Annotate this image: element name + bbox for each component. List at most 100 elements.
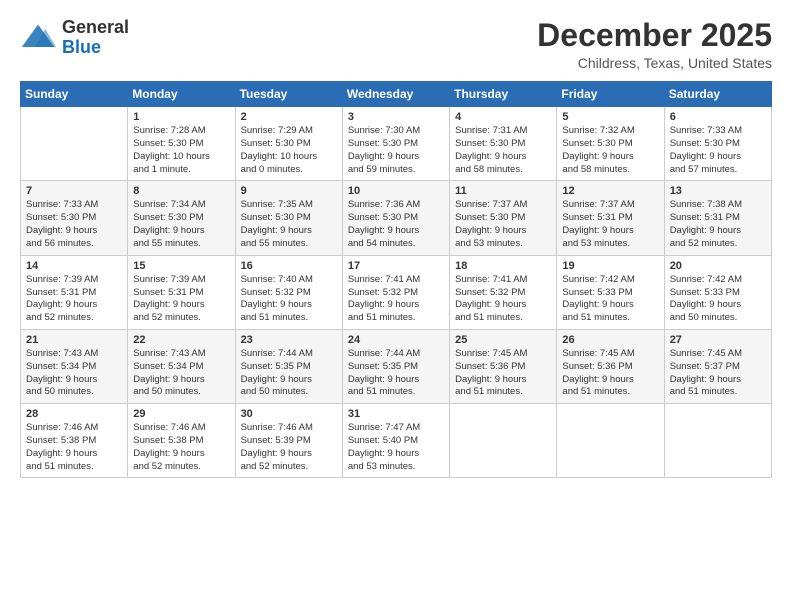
day-number: 13 (670, 185, 766, 197)
day-info: Sunrise: 7:37 AMSunset: 5:30 PMDaylight:… (455, 199, 551, 250)
table-row (664, 404, 771, 478)
table-row: 6 Sunrise: 7:33 AMSunset: 5:30 PMDaylight… (664, 107, 771, 181)
day-number: 3 (348, 111, 444, 123)
calendar-week-row: 21 Sunrise: 7:43 AMSunset: 5:34 PMDayligh… (21, 329, 772, 403)
day-info: Sunrise: 7:30 AMSunset: 5:30 PMDaylight:… (348, 125, 444, 176)
day-number: 31 (348, 408, 444, 420)
table-row: 17Sunrise: 7:41 AMSunset: 5:32 PMDayligh… (342, 255, 449, 329)
table-row: 12 Sunrise: 7:37 AMSunset: 5:31 PMDayligh… (557, 181, 664, 255)
day-info: Sunrise: 7:45 AMSunset: 5:36 PMDaylight:… (562, 348, 658, 399)
month-title: December 2025 (537, 18, 772, 53)
table-row: 29Sunrise: 7:46 AMSunset: 5:38 PMDayligh… (128, 404, 235, 478)
day-number: 9 (241, 185, 337, 197)
col-wednesday: Wednesday (342, 82, 449, 107)
day-info: Sunrise: 7:34 AMSunset: 5:30 PMDaylight:… (133, 199, 229, 250)
logo-text: General Blue (62, 18, 129, 58)
table-row: 7 Sunrise: 7:33 AMSunset: 5:30 PMDaylight… (21, 181, 128, 255)
table-row: 4 Sunrise: 7:31 AMSunset: 5:30 PMDaylight… (450, 107, 557, 181)
day-info: Sunrise: 7:36 AMSunset: 5:30 PMDaylight:… (348, 199, 444, 250)
day-info: Sunrise: 7:29 AMSunset: 5:30 PMDaylight:… (241, 125, 337, 176)
day-number: 25 (455, 334, 551, 346)
calendar-week-row: 14 Sunrise: 7:39 AMSunset: 5:31 PMDayligh… (21, 255, 772, 329)
col-monday: Monday (128, 82, 235, 107)
table-row: 10 Sunrise: 7:36 AMSunset: 5:30 PMDayligh… (342, 181, 449, 255)
day-number: 4 (455, 111, 551, 123)
page: General Blue December 2025 Childress, Te… (0, 0, 792, 612)
day-number: 20 (670, 260, 766, 272)
subtitle: Childress, Texas, United States (537, 55, 772, 71)
day-number: 5 (562, 111, 658, 123)
calendar-week-row: 1 Sunrise: 7:28 AMSunset: 5:30 PMDaylight… (21, 107, 772, 181)
logo-general-text: General (62, 18, 129, 38)
day-number: 7 (26, 185, 122, 197)
day-number: 23 (241, 334, 337, 346)
day-info: Sunrise: 7:46 AMSunset: 5:39 PMDaylight:… (241, 422, 337, 473)
table-row: 11 Sunrise: 7:37 AMSunset: 5:30 PMDayligh… (450, 181, 557, 255)
table-row (450, 404, 557, 478)
table-row: 5 Sunrise: 7:32 AMSunset: 5:30 PMDaylight… (557, 107, 664, 181)
day-info: Sunrise: 7:38 AMSunset: 5:31 PMDaylight:… (670, 199, 766, 250)
day-info: Sunrise: 7:47 AMSunset: 5:40 PMDaylight:… (348, 422, 444, 473)
logo-blue-text: Blue (62, 38, 129, 58)
day-number: 22 (133, 334, 229, 346)
day-number: 2 (241, 111, 337, 123)
col-sunday: Sunday (21, 82, 128, 107)
day-info: Sunrise: 7:45 AMSunset: 5:37 PMDaylight:… (670, 348, 766, 399)
day-number: 17 (348, 260, 444, 272)
table-row: 31 Sunrise: 7:47 AMSunset: 5:40 PMDayligh… (342, 404, 449, 478)
day-info: Sunrise: 7:39 AMSunset: 5:31 PMDaylight:… (26, 274, 122, 325)
day-info: Sunrise: 7:42 AMSunset: 5:33 PMDaylight:… (562, 274, 658, 325)
day-info: Sunrise: 7:46 AMSunset: 5:38 PMDaylight:… (26, 422, 122, 473)
title-block: December 2025 Childress, Texas, United S… (537, 18, 772, 71)
day-info: Sunrise: 7:35 AMSunset: 5:30 PMDaylight:… (241, 199, 337, 250)
day-info: Sunrise: 7:43 AMSunset: 5:34 PMDaylight:… (133, 348, 229, 399)
day-info: Sunrise: 7:46 AMSunset: 5:38 PMDaylight:… (133, 422, 229, 473)
day-number: 24 (348, 334, 444, 346)
day-info: Sunrise: 7:39 AMSunset: 5:31 PMDaylight:… (133, 274, 229, 325)
day-number: 1 (133, 111, 229, 123)
table-row: 24 Sunrise: 7:44 AMSunset: 5:35 PMDayligh… (342, 329, 449, 403)
day-number: 15 (133, 260, 229, 272)
table-row: 1 Sunrise: 7:28 AMSunset: 5:30 PMDaylight… (128, 107, 235, 181)
calendar-week-row: 28Sunrise: 7:46 AMSunset: 5:38 PMDayligh… (21, 404, 772, 478)
table-row: 15 Sunrise: 7:39 AMSunset: 5:31 PMDayligh… (128, 255, 235, 329)
day-number: 19 (562, 260, 658, 272)
table-row (557, 404, 664, 478)
day-number: 27 (670, 334, 766, 346)
day-number: 11 (455, 185, 551, 197)
table-row: 16Sunrise: 7:40 AMSunset: 5:32 PMDayligh… (235, 255, 342, 329)
day-info: Sunrise: 7:33 AMSunset: 5:30 PMDaylight:… (670, 125, 766, 176)
calendar-header-row: Sunday Monday Tuesday Wednesday Thursday… (21, 82, 772, 107)
day-info: Sunrise: 7:45 AMSunset: 5:36 PMDaylight:… (455, 348, 551, 399)
day-number: 21 (26, 334, 122, 346)
day-info: Sunrise: 7:33 AMSunset: 5:30 PMDaylight:… (26, 199, 122, 250)
day-number: 10 (348, 185, 444, 197)
day-info: Sunrise: 7:44 AMSunset: 5:35 PMDaylight:… (348, 348, 444, 399)
day-info: Sunrise: 7:37 AMSunset: 5:31 PMDaylight:… (562, 199, 658, 250)
table-row: 13 Sunrise: 7:38 AMSunset: 5:31 PMDayligh… (664, 181, 771, 255)
calendar-week-row: 7 Sunrise: 7:33 AMSunset: 5:30 PMDaylight… (21, 181, 772, 255)
table-row: 30 Sunrise: 7:46 AMSunset: 5:39 PMDayligh… (235, 404, 342, 478)
day-number: 12 (562, 185, 658, 197)
table-row: 27 Sunrise: 7:45 AMSunset: 5:37 PMDayligh… (664, 329, 771, 403)
day-info: Sunrise: 7:32 AMSunset: 5:30 PMDaylight:… (562, 125, 658, 176)
table-row: 9 Sunrise: 7:35 AMSunset: 5:30 PMDaylight… (235, 181, 342, 255)
table-row: 18Sunrise: 7:41 AMSunset: 5:32 PMDayligh… (450, 255, 557, 329)
logo: General Blue (20, 18, 129, 58)
table-row: 19 Sunrise: 7:42 AMSunset: 5:33 PMDayligh… (557, 255, 664, 329)
col-friday: Friday (557, 82, 664, 107)
day-info: Sunrise: 7:31 AMSunset: 5:30 PMDaylight:… (455, 125, 551, 176)
table-row: 26Sunrise: 7:45 AMSunset: 5:36 PMDayligh… (557, 329, 664, 403)
day-number: 30 (241, 408, 337, 420)
table-row: 8 Sunrise: 7:34 AMSunset: 5:30 PMDaylight… (128, 181, 235, 255)
day-number: 18 (455, 260, 551, 272)
table-row: 20Sunrise: 7:42 AMSunset: 5:33 PMDayligh… (664, 255, 771, 329)
table-row (21, 107, 128, 181)
day-number: 8 (133, 185, 229, 197)
table-row: 28Sunrise: 7:46 AMSunset: 5:38 PMDayligh… (21, 404, 128, 478)
day-number: 6 (670, 111, 766, 123)
table-row: 3 Sunrise: 7:30 AMSunset: 5:30 PMDaylight… (342, 107, 449, 181)
day-info: Sunrise: 7:28 AMSunset: 5:30 PMDaylight:… (133, 125, 229, 176)
table-row: 2 Sunrise: 7:29 AMSunset: 5:30 PMDaylight… (235, 107, 342, 181)
day-number: 14 (26, 260, 122, 272)
